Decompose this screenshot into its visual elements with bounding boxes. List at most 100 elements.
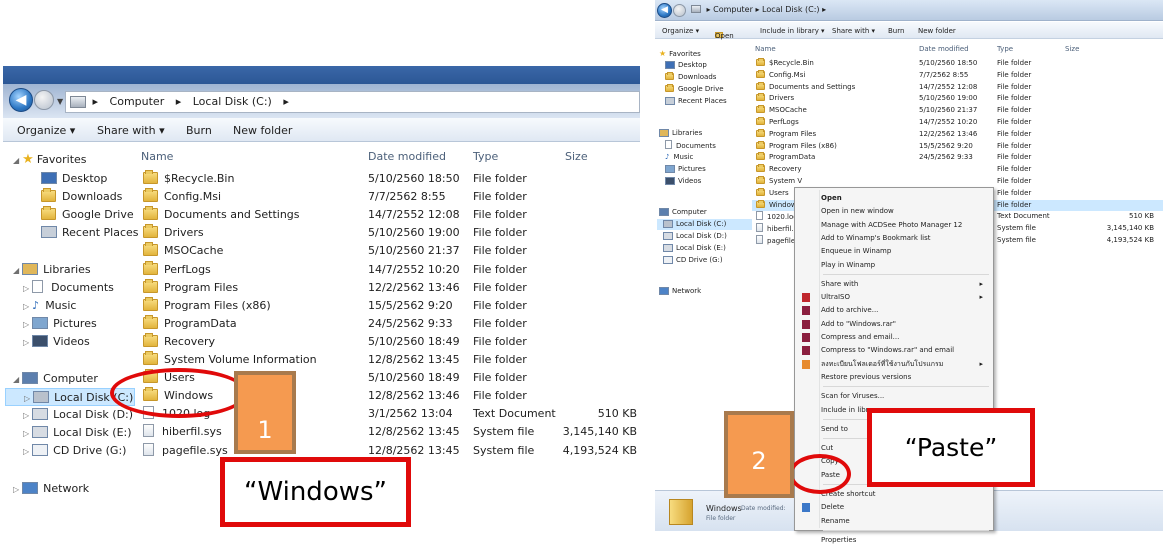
column-header-name[interactable]: Name: [141, 150, 173, 163]
menu-item-delete[interactable]: Delete: [797, 501, 991, 514]
table-row[interactable]: Program Files 12/2/2562 13:46 File folder: [135, 278, 640, 297]
nav-local-disk-e[interactable]: Local Disk (E:): [663, 243, 726, 254]
menu-item-enqueue-in-winamp[interactable]: Enqueue in Winamp: [797, 245, 991, 258]
nav-local-disk-d[interactable]: Local Disk (D:): [663, 231, 727, 242]
menu-item-add-to-archive[interactable]: Add to archive...: [797, 304, 991, 317]
forward-arrow-icon[interactable]: [673, 4, 686, 17]
nav-pictures[interactable]: Pictures: [665, 164, 706, 175]
nav-libraries[interactable]: ◢ Libraries: [13, 261, 91, 279]
history-dropdown-icon[interactable]: ▼: [57, 97, 63, 106]
nav-computer[interactable]: ◢ Computer: [13, 370, 98, 388]
nav-music[interactable]: ♪ Music: [665, 152, 693, 163]
back-arrow-icon[interactable]: ◀: [657, 3, 672, 18]
table-row[interactable]: $Recycle.Bin 5/10/2560 18:50 File folder: [752, 58, 1163, 69]
include-in-library-button[interactable]: Include in library ▾: [760, 27, 825, 35]
nav-cd-drive-g[interactable]: CD Drive (G:): [663, 255, 723, 266]
table-row[interactable]: hiberfil.sys 12/8/2562 13:45 System file 3,…: [135, 423, 640, 441]
column-header-type[interactable]: Type: [473, 150, 498, 163]
table-row[interactable]: Program Files (x86) 15/5/2562 9:20 File fo…: [752, 140, 1163, 152]
nav-recent-places[interactable]: Recent Places: [41, 224, 139, 242]
table-row[interactable]: Drivers 5/10/2560 19:00 File folder: [135, 224, 640, 242]
breadcrumb[interactable]: ▸ Computer ▸ Local Disk (C:) ▸: [65, 91, 640, 113]
share-with-button[interactable]: Share with ▾: [97, 124, 165, 137]
menu-item-open[interactable]: Open: [797, 192, 991, 205]
table-row[interactable]: Config.Msi 7/7/2562 8:55 File folder: [135, 188, 640, 206]
nav-local-disk-d[interactable]: ▷ Local Disk (D:): [23, 406, 133, 424]
organize-button[interactable]: Organize ▾: [662, 27, 699, 35]
menu-item-open-in-new-window[interactable]: Open in new window: [797, 205, 991, 218]
nav-computer[interactable]: Computer: [659, 207, 707, 218]
nav-recent-places[interactable]: Recent Places: [665, 96, 727, 107]
nav-documents[interactable]: ▷ Documents: [23, 279, 114, 297]
table-row[interactable]: Drivers 5/10/2560 19:00 File folder: [752, 93, 1163, 104]
column-header-type[interactable]: Type: [997, 45, 1013, 53]
nav-videos[interactable]: ▷ Videos: [23, 333, 90, 351]
nav-cd-drive-g[interactable]: ▷ CD Drive (G:): [23, 442, 126, 460]
menu-item-rename[interactable]: Rename: [797, 515, 991, 528]
nav-network[interactable]: Network: [659, 286, 701, 297]
nav-network[interactable]: ▷ Network: [13, 480, 89, 498]
back-arrow-icon[interactable]: ◀: [9, 88, 33, 112]
menu-item-compress-to-windows-rar-and-email[interactable]: Compress to "Windows.rar" and email: [797, 344, 991, 357]
menu-item-compress-and-email[interactable]: Compress and email...: [797, 331, 991, 344]
burn-button[interactable]: Burn: [186, 124, 212, 137]
nav-desktop[interactable]: Desktop: [41, 170, 107, 188]
nav-favorites[interactable]: ★ Favorites: [659, 48, 701, 59]
column-header-size[interactable]: Size: [565, 150, 588, 163]
breadcrumb-local-disk[interactable]: Local Disk (C:): [193, 95, 272, 108]
menu-item-add-to-windows-rar[interactable]: Add to "Windows.rar": [797, 318, 991, 331]
nav-downloads[interactable]: Downloads: [665, 72, 716, 83]
column-header-date[interactable]: Date modified: [368, 150, 446, 163]
nav-music[interactable]: ▷ ♪ Music: [23, 297, 77, 315]
table-row[interactable]: ProgramData 24/5/2562 9:33 File folder: [752, 152, 1163, 163]
nav-libraries[interactable]: Libraries: [659, 128, 702, 139]
table-row[interactable]: Program Files 12/2/2562 13:46 File folder: [752, 128, 1163, 140]
menu-item-restore-previous-versions[interactable]: Restore previous versions: [797, 371, 991, 384]
table-row[interactable]: System Volume Information 12/8/2562 13:45…: [135, 351, 640, 369]
nav-google-drive[interactable]: Google Drive: [41, 206, 134, 224]
menu-item-add-to-winamp-s-bookmark-list[interactable]: Add to Winamp's Bookmark list: [797, 232, 991, 245]
menu-item-ultraiso[interactable]: UltraISO ▸: [797, 291, 991, 304]
breadcrumb[interactable]: ▸ Computer ▸ Local Disk (C:) ▸: [691, 5, 826, 14]
new-folder-button[interactable]: New folder: [233, 124, 292, 137]
menu-item-share-with[interactable]: Share with ▸: [797, 278, 991, 291]
nav-downloads[interactable]: Downloads: [41, 188, 122, 206]
menu-item-properties[interactable]: Properties: [797, 534, 991, 547]
forward-arrow-icon[interactable]: [34, 90, 54, 110]
table-row[interactable]: $Recycle.Bin 5/10/2560 18:50 File folder: [135, 170, 640, 188]
column-header-name[interactable]: Name: [755, 45, 776, 53]
column-header-size[interactable]: Size: [1065, 45, 1079, 53]
breadcrumb-computer[interactable]: Computer: [713, 5, 753, 14]
table-row[interactable]: PerfLogs 14/7/2552 10:20 File folder: [135, 260, 640, 279]
table-row[interactable]: Documents and Settings 14/7/2552 12:08 Fil…: [135, 206, 640, 224]
table-row[interactable]: Documents and Settings 14/7/2552 12:08 Fil…: [752, 81, 1163, 93]
table-row[interactable]: Recovery File folder: [752, 164, 1163, 175]
table-row[interactable]: Recovery 5/10/2560 18:49 File folder: [135, 332, 640, 351]
table-row[interactable]: Config.Msi 7/7/2562 8:55 File folder: [752, 69, 1163, 81]
share-with-button[interactable]: Share with ▾: [832, 27, 875, 35]
column-header-date[interactable]: Date modified: [919, 45, 969, 53]
menu-item-play-in-winamp[interactable]: Play in Winamp: [797, 259, 991, 272]
table-row[interactable]: ProgramData 24/5/2562 9:33 File folder: [135, 314, 640, 333]
new-folder-button[interactable]: New folder: [918, 27, 956, 35]
nav-videos[interactable]: Videos: [665, 176, 701, 187]
breadcrumb-computer[interactable]: Computer: [110, 95, 165, 108]
nav-favorites[interactable]: ◢ ★ Favorites: [13, 151, 87, 169]
nav-google-drive[interactable]: Google Drive: [665, 84, 724, 95]
table-row[interactable]: MSOCache 5/10/2560 21:37 File folder: [135, 242, 640, 260]
nav-pictures[interactable]: ▷ Pictures: [23, 315, 97, 333]
table-row[interactable]: Program Files (x86) 15/5/2562 9:20 File fo…: [135, 296, 640, 315]
menu-item-scan-for-viruses[interactable]: Scan for Viruses...: [797, 390, 991, 403]
nav-documents[interactable]: Documents: [665, 140, 716, 151]
organize-button[interactable]: Organize ▾: [17, 124, 75, 137]
table-row[interactable]: PerfLogs 14/7/2552 10:20 File folder: [752, 117, 1163, 128]
nav-desktop[interactable]: Desktop: [665, 60, 707, 71]
menu-item-[interactable]: ลงทะเบียนโฟลเดอร์ที่ใช้งานกับโปรแกรม ▸: [797, 358, 991, 371]
burn-button[interactable]: Burn: [888, 27, 904, 35]
table-row[interactable]: MSOCache 5/10/2560 21:37 File folder: [752, 105, 1163, 116]
menu-item-manage-with-acdsee-photo-manager-12[interactable]: Manage with ACDSee Photo Manager 12: [797, 219, 991, 232]
breadcrumb-local-disk[interactable]: Local Disk (C:): [762, 5, 820, 14]
table-row[interactable]: System V File folder: [752, 176, 1163, 187]
nav-local-disk-c[interactable]: Local Disk (C:): [657, 219, 752, 230]
nav-local-disk-e[interactable]: ▷ Local Disk (E:): [23, 424, 132, 442]
